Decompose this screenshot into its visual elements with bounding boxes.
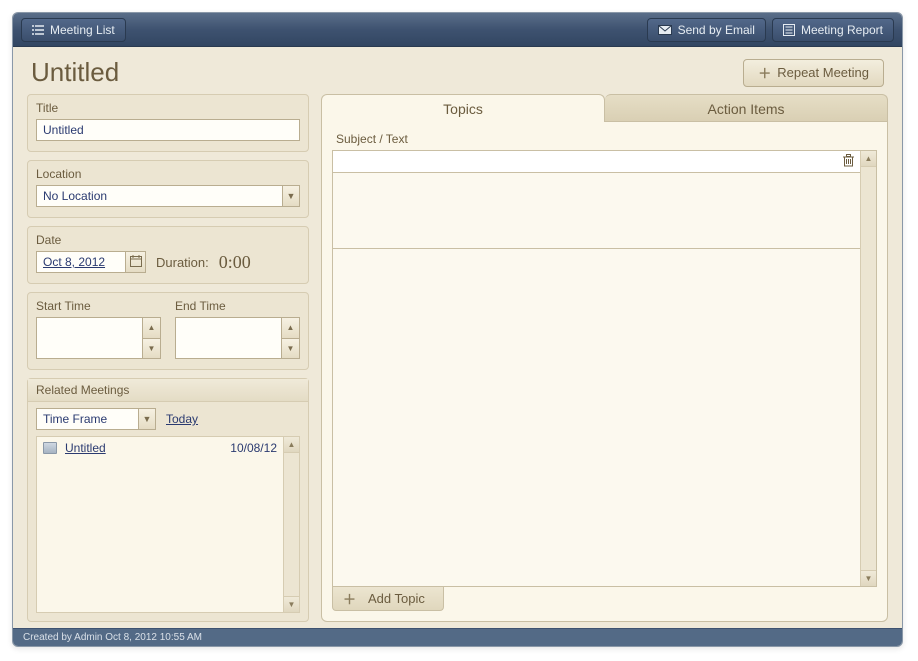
topics-empty-area [333, 249, 860, 586]
tab-action-items[interactable]: Action Items [605, 94, 888, 122]
timeframe-value: Time Frame [36, 408, 138, 430]
scroll-up-button[interactable]: ▲ [284, 437, 299, 453]
time-group: Start Time ▲ ▼ End Time [27, 292, 309, 370]
right-panel: Topics Action Items Subject / Text [321, 94, 888, 622]
meeting-editor-window: Meeting List Send by Email Meeting Repor… [12, 12, 903, 647]
add-topic-label: Add Topic [368, 591, 425, 606]
delete-topic-button[interactable] [840, 154, 856, 170]
end-time-label: End Time [175, 299, 300, 313]
chevron-up-icon: ▲ [288, 440, 296, 449]
end-time-down-button[interactable]: ▼ [282, 338, 300, 360]
date-label: Date [36, 233, 300, 247]
repeat-meeting-button[interactable]: ＋ Repeat Meeting [743, 59, 884, 87]
topic-subject-row [333, 151, 860, 173]
start-time-picker[interactable]: ▲ ▼ [36, 317, 161, 359]
plus-icon: ＋ [758, 63, 771, 82]
tab-topics[interactable]: Topics [321, 94, 605, 122]
meeting-icon [43, 442, 57, 454]
created-by-text: Created by Admin Oct 8, 2012 10:55 AM [23, 632, 202, 643]
start-time-up-button[interactable]: ▲ [143, 317, 161, 338]
related-scrollbar[interactable]: ▲ ▼ [283, 437, 299, 612]
duration-label: Duration: [156, 255, 209, 270]
date-group: Date Duration: 0:00 [27, 226, 309, 284]
chevron-down-icon: ▼ [288, 600, 296, 609]
subject-text-label: Subject / Text [336, 132, 877, 146]
end-time-up-button[interactable]: ▲ [282, 317, 300, 338]
timeframe-dropdown-button[interactable]: ▼ [138, 408, 156, 430]
send-email-label: Send by Email [678, 23, 755, 37]
topics-scrollbar[interactable]: ▲ ▼ [860, 151, 876, 586]
add-topic-button[interactable]: ＋ Add Topic [332, 587, 444, 611]
chevron-down-icon: ▼ [287, 344, 295, 353]
repeat-meeting-label: Repeat Meeting [777, 65, 869, 80]
date-picker[interactable] [36, 251, 146, 273]
topic-subject-input[interactable] [337, 151, 840, 172]
timeframe-combo[interactable]: Time Frame ▼ [36, 408, 156, 430]
left-panel: Title Location ▼ Date [27, 94, 309, 622]
duration-value: 0:00 [219, 252, 251, 273]
end-time-picker[interactable]: ▲ ▼ [175, 317, 300, 359]
topic-text-area[interactable] [333, 173, 860, 249]
scroll-up-button[interactable]: ▲ [861, 151, 876, 167]
scroll-down-button[interactable]: ▼ [284, 596, 299, 612]
list-item[interactable]: Untitled 10/08/12 [37, 437, 283, 459]
date-input[interactable] [36, 251, 126, 273]
title-group: Title [27, 94, 309, 152]
plus-icon: ＋ [343, 589, 356, 608]
report-icon [783, 24, 795, 36]
chevron-down-icon: ▼ [865, 574, 873, 583]
related-meetings-list: Untitled 10/08/12 [37, 437, 283, 612]
page-title: Untitled [31, 57, 743, 88]
status-bar: Created by Admin Oct 8, 2012 10:55 AM [13, 628, 902, 646]
location-group: Location ▼ [27, 160, 309, 218]
scroll-down-button[interactable]: ▼ [861, 570, 876, 586]
chevron-down-icon: ▼ [143, 414, 152, 424]
start-time-down-button[interactable]: ▼ [143, 338, 161, 360]
meeting-report-label: Meeting Report [801, 23, 883, 37]
send-email-button[interactable]: Send by Email [647, 18, 766, 42]
meeting-list-label: Meeting List [50, 23, 115, 37]
title-input[interactable] [36, 119, 300, 141]
location-dropdown-button[interactable]: ▼ [282, 185, 300, 207]
start-time-label: Start Time [36, 299, 161, 313]
mail-icon [658, 25, 672, 35]
meeting-list-button[interactable]: Meeting List [21, 18, 126, 42]
end-time-value[interactable] [175, 317, 282, 359]
location-label: Location [36, 167, 300, 181]
location-input[interactable] [36, 185, 282, 207]
chevron-down-icon: ▼ [287, 191, 296, 201]
chevron-down-icon: ▼ [148, 344, 156, 353]
related-item-date: 10/08/12 [230, 441, 277, 455]
related-item-title[interactable]: Untitled [65, 441, 222, 455]
meeting-report-button[interactable]: Meeting Report [772, 18, 894, 42]
related-meetings-title: Related Meetings [28, 379, 308, 402]
chevron-up-icon: ▲ [287, 323, 295, 332]
calendar-icon [130, 255, 142, 270]
related-meetings-panel: Related Meetings Time Frame ▼ Today Unti [27, 378, 309, 622]
calendar-button[interactable] [126, 251, 146, 273]
chevron-up-icon: ▲ [865, 154, 873, 163]
body: Untitled ＋ Repeat Meeting Title Location [13, 47, 902, 646]
topics-tab-body: Subject / Text [321, 121, 888, 622]
list-icon [32, 25, 44, 35]
location-combo[interactable]: ▼ [36, 185, 300, 207]
today-link[interactable]: Today [166, 412, 198, 426]
title-label: Title [36, 101, 300, 115]
start-time-value[interactable] [36, 317, 143, 359]
chevron-up-icon: ▲ [148, 323, 156, 332]
trash-icon [843, 154, 854, 170]
toolbar: Meeting List Send by Email Meeting Repor… [13, 13, 902, 47]
